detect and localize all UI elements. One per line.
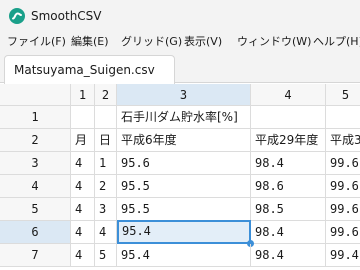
menu-bar: ファイル(F) 編集(E) グリッド(G) 表示(V) ウィンドウ(W) ヘルプ… [0, 32, 360, 52]
grid-cell[interactable]: 4 [95, 221, 117, 244]
column-header[interactable]: 1 [71, 84, 95, 106]
grid-cell[interactable]: 日 [95, 129, 117, 152]
grid-cell[interactable]: 98.5 [251, 198, 326, 221]
grid-cell[interactable]: 4 [71, 221, 95, 244]
app-title: SmoothCSV [31, 9, 102, 23]
grid-cell[interactable]: 月 [71, 129, 95, 152]
grid-cell[interactable] [251, 106, 326, 129]
column-header-active[interactable]: 3 [117, 84, 251, 106]
grid-cell[interactable]: 1 [95, 152, 117, 175]
grid-cell[interactable]: 99.6 [326, 198, 360, 221]
grid-cell[interactable]: 4 [71, 152, 95, 175]
grid-cell[interactable]: 95.5 [117, 198, 251, 221]
menu-help[interactable]: ヘルプ(H) [313, 34, 360, 50]
grid-cell[interactable]: 石手川ダム貯水率[%] [117, 106, 251, 129]
grid-cell[interactable]: 5 [95, 244, 117, 267]
smoothcsv-logo-icon [9, 8, 25, 24]
selected-cell[interactable]: 95.4 [117, 220, 251, 244]
menu-window[interactable]: ウィンドウ(W) [237, 34, 311, 50]
tab-matsuyama-suigen[interactable]: Matsuyama_Suigen.csv [4, 55, 175, 84]
csv-grid[interactable]: 1 2 3 4 5 1 石手川ダム貯水率[%] 2 月 日 平成6年度 平成29… [0, 84, 360, 270]
grid-cell[interactable]: 4 [71, 175, 95, 198]
grid-cell[interactable] [326, 106, 360, 129]
tab-strip: Matsuyama_Suigen.csv [0, 52, 360, 84]
menu-view[interactable]: 表示(V) [184, 34, 222, 50]
title-bar: SmoothCSV [0, 0, 360, 32]
row-header[interactable]: 1 [0, 106, 71, 129]
grid-cell[interactable]: 98.4 [251, 152, 326, 175]
column-header[interactable]: 2 [95, 84, 117, 106]
grid-cell[interactable]: 98.4 [251, 244, 326, 267]
grid-cell[interactable]: 平成30年度 [326, 129, 360, 152]
grid-cell[interactable]: 3 [95, 198, 117, 221]
grid-cell[interactable]: 4 [71, 198, 95, 221]
grid-cell[interactable]: 95.4 [117, 244, 251, 267]
grid-cell[interactable] [71, 106, 95, 129]
grid-cell[interactable] [95, 106, 117, 129]
grid-cell[interactable]: 平成29年度 [251, 129, 326, 152]
row-header[interactable]: 2 [0, 129, 71, 152]
grid-cell[interactable]: 99.6 [326, 221, 360, 244]
column-header[interactable]: 5 [326, 84, 360, 106]
grid-cell[interactable]: 99.6 [326, 152, 360, 175]
menu-edit[interactable]: 編集(E) [71, 34, 109, 50]
row-header-active[interactable]: 6 [0, 221, 71, 244]
grid-cell[interactable]: 98.4 [251, 221, 326, 244]
grid-cell[interactable]: 95.6 [117, 152, 251, 175]
menu-file[interactable]: ファイル(F) [7, 34, 66, 50]
grid-cell[interactable]: 99.4 [326, 244, 360, 267]
menu-grid[interactable]: グリッド(G) [121, 34, 182, 50]
row-header[interactable]: 7 [0, 244, 71, 267]
row-header[interactable]: 5 [0, 198, 71, 221]
grid-cell[interactable]: 98.6 [251, 175, 326, 198]
grid-cell[interactable]: 2 [95, 175, 117, 198]
grid-cell[interactable]: 4 [71, 244, 95, 267]
grid-cell[interactable]: 99.6 [326, 175, 360, 198]
column-header[interactable]: 4 [251, 84, 326, 106]
grid-corner[interactable] [0, 84, 71, 106]
row-header[interactable]: 3 [0, 152, 71, 175]
grid-cell[interactable]: 平成6年度 [117, 129, 251, 152]
tab-label: Matsuyama_Suigen.csv [14, 63, 155, 77]
grid-cell[interactable]: 95.5 [117, 175, 251, 198]
row-header[interactable]: 4 [0, 175, 71, 198]
